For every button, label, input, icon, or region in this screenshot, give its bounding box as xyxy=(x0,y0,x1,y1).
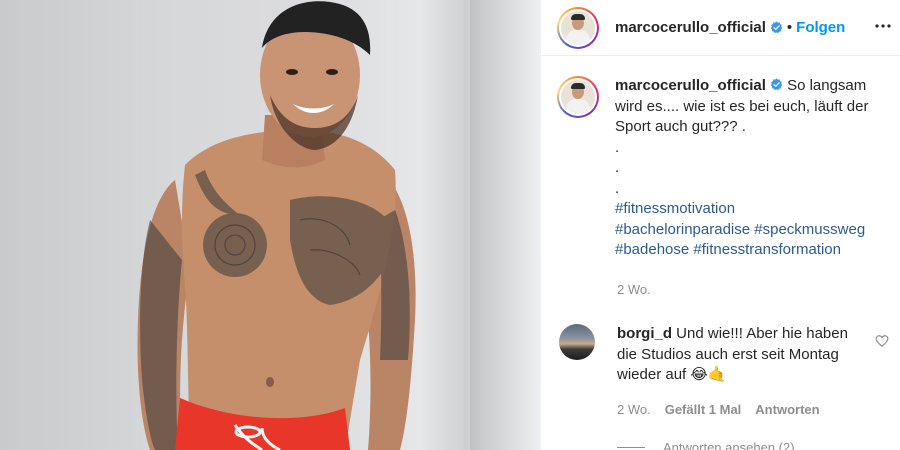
comment: borgi_d Und wie!!! Aber hie haben die St… xyxy=(559,324,889,386)
post-header: marcocerullo_official • Folgen xyxy=(541,0,900,56)
caption-author-username[interactable]: marcocerullo_official xyxy=(615,77,766,94)
comment-timestamp[interactable]: 2 Wo. xyxy=(617,402,651,417)
post-photo[interactable] xyxy=(0,0,540,450)
caption-dot: . xyxy=(615,179,620,197)
view-replies[interactable]: Antworten ansehen (2) xyxy=(617,440,795,450)
caption-dot: . xyxy=(615,138,620,156)
man-figure-illustration xyxy=(137,1,416,450)
hashtag-link[interactable]: #fitnessmotivation xyxy=(615,200,735,217)
caption-dot: . xyxy=(615,159,620,176)
hashtag-link[interactable]: #fitnesstransformation xyxy=(693,241,841,258)
comment-meta: 2 Wo. Gefällt 1 Mal Antworten xyxy=(617,402,820,417)
view-replies-label[interactable]: Antworten ansehen (2) xyxy=(663,440,795,450)
commenter-username[interactable]: borgi_d xyxy=(617,325,672,342)
hashtag-link[interactable]: #badehose xyxy=(615,241,689,258)
post-timestamp[interactable]: 2 Wo. xyxy=(617,282,651,297)
heart-icon[interactable] xyxy=(875,334,889,348)
more-options-icon[interactable] xyxy=(873,16,893,36)
hashtag-link[interactable]: #bachelorinparadise xyxy=(615,221,750,238)
hashtag-link[interactable]: #speckmussweg xyxy=(754,221,865,238)
verified-badge-icon xyxy=(770,21,783,34)
comment-likes[interactable]: Gefällt 1 Mal xyxy=(665,402,742,417)
reply-button[interactable]: Antworten xyxy=(755,402,819,417)
post-caption: marcocerullo_official So langsam wird es… xyxy=(557,76,897,261)
replies-divider xyxy=(617,447,645,448)
post-details-panel: marcocerullo_official • Folgen marcoceru… xyxy=(540,0,900,450)
post-author-avatar[interactable] xyxy=(557,6,599,49)
commenter-avatar[interactable] xyxy=(559,324,595,360)
post-author-username[interactable]: marcocerullo_official xyxy=(615,19,766,36)
follow-button[interactable]: Folgen xyxy=(796,19,845,36)
verified-badge-icon xyxy=(770,78,783,91)
caption-author-avatar[interactable] xyxy=(557,76,599,118)
follow-separator: • xyxy=(786,19,793,36)
